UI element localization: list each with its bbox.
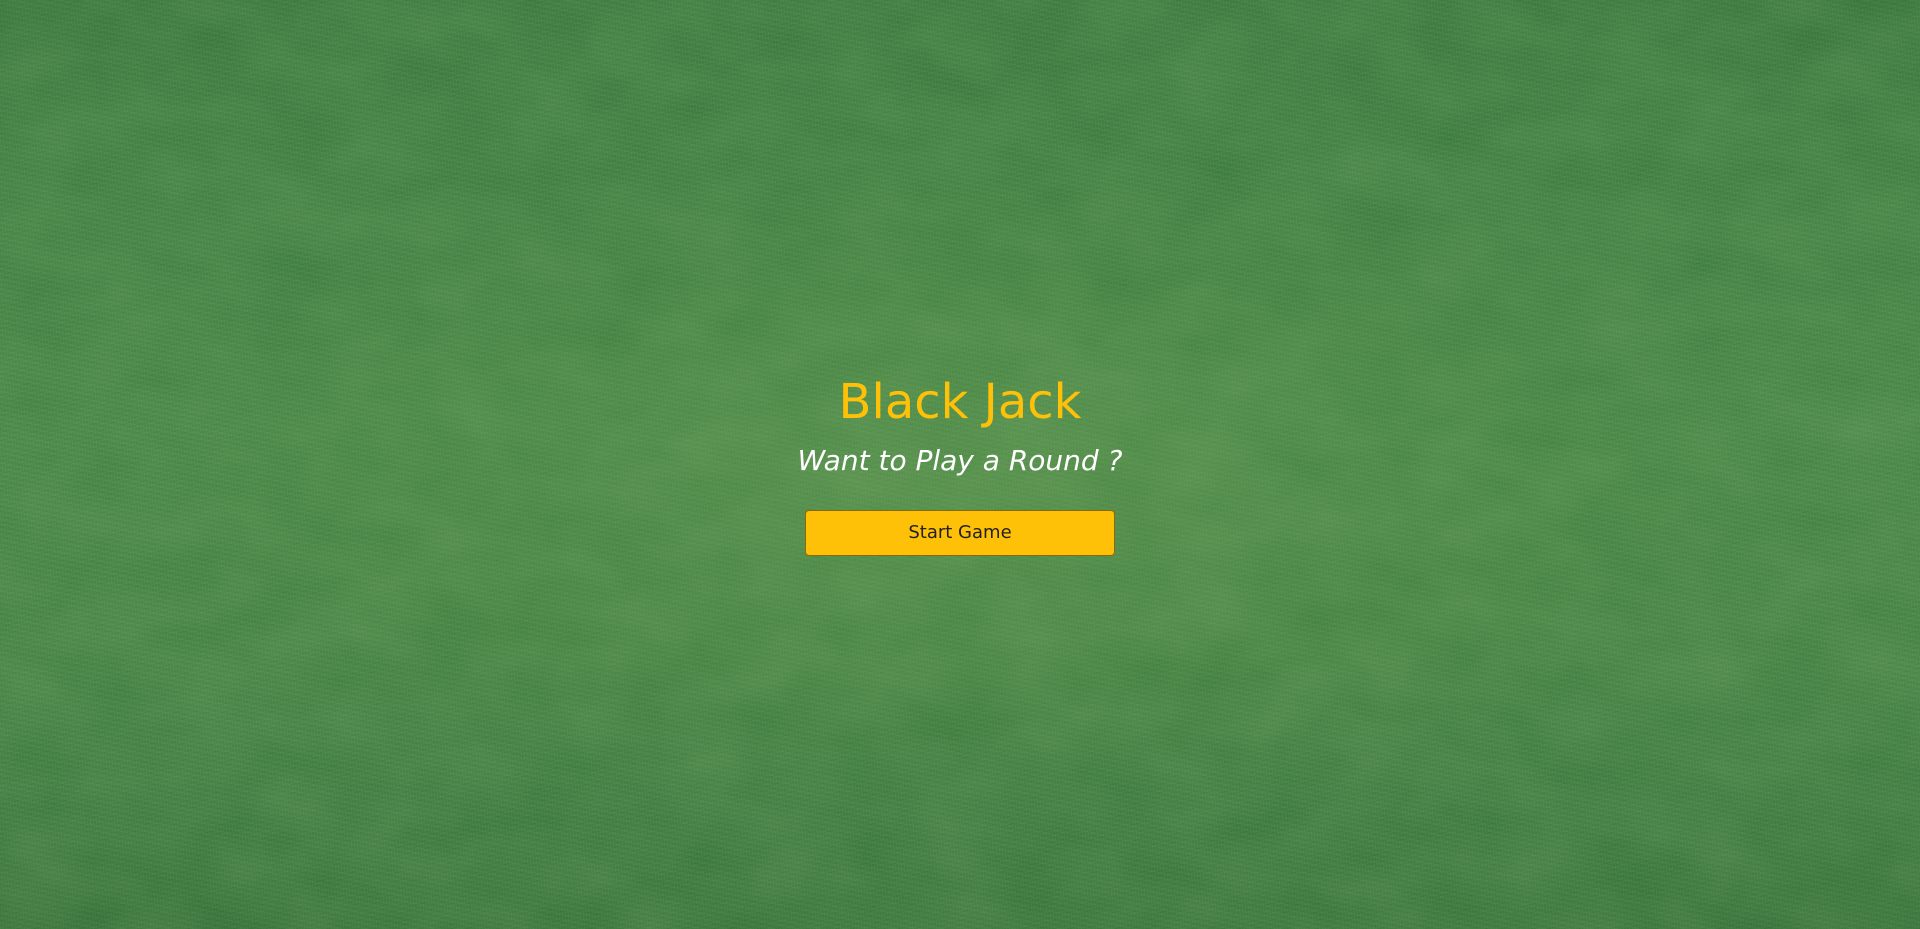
game-subtitle: Want to Play a Round ? [797,444,1123,477]
start-game-button[interactable]: Start Game [805,510,1115,556]
start-screen: Black Jack Want to Play a Round ? Start … [0,0,1920,929]
game-title: Black Jack [838,374,1082,430]
